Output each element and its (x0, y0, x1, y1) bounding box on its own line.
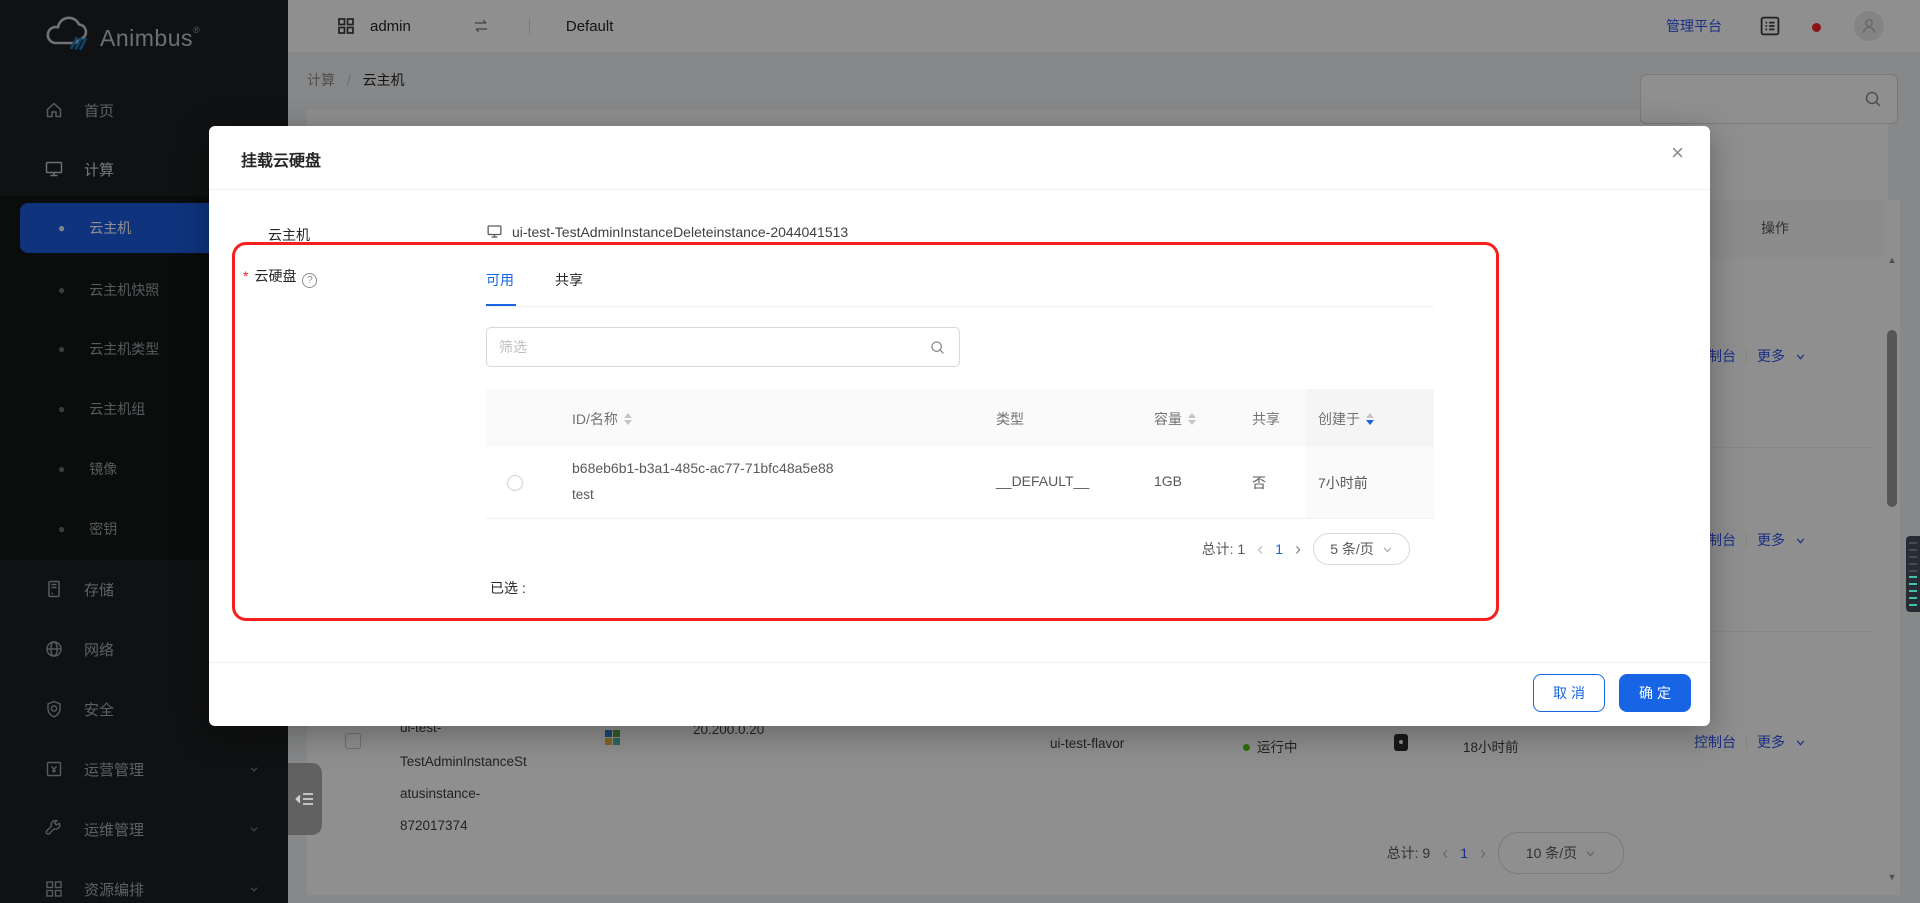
app-root: Animbus® 首页 计算 ● 云主机 ● 云主机快照 ● 云主机类型 (0, 0, 1920, 903)
sort-icon[interactable] (1188, 413, 1196, 425)
column-id-name[interactable]: ID/名称 (572, 409, 632, 429)
column-size[interactable]: 容量 (1154, 409, 1196, 429)
volume-size: 1GB (1154, 473, 1182, 489)
next-page-button[interactable]: › (1295, 540, 1301, 558)
volume-name: test (572, 487, 594, 502)
volume-type: __DEFAULT__ (996, 473, 1089, 489)
volume-table-header: ID/名称 类型 容量 共享 创建于 (486, 389, 1434, 447)
page-size-select[interactable]: 5 条/页 (1313, 533, 1410, 565)
pagination-total: 总计: 1 (1202, 539, 1246, 559)
column-shared: 共享 (1252, 409, 1280, 429)
cancel-button[interactable]: 取消 (1533, 674, 1605, 712)
volume-id: b68eb6b1-b3a1-485c-ac77-71bfc48a5e88 (572, 460, 834, 476)
help-icon[interactable]: ? (302, 273, 317, 288)
feedback-tab[interactable] (1906, 536, 1920, 612)
search-icon[interactable] (929, 339, 946, 356)
selected-label: 已选 : (490, 578, 526, 598)
confirm-button[interactable]: 确定 (1619, 674, 1691, 712)
tab-shared[interactable]: 共享 (555, 270, 583, 290)
instance-field-label: 云主机 (268, 225, 310, 245)
column-created[interactable]: 创建于 (1318, 409, 1374, 429)
monitor-icon (486, 223, 503, 240)
current-page[interactable]: 1 (1275, 541, 1283, 557)
modal-title: 挂载云硬盘 (241, 147, 321, 171)
collapse-panel-handle[interactable] (288, 763, 322, 835)
tab-bottom-border (486, 306, 1434, 307)
volume-table-row[interactable]: b68eb6b1-b3a1-485c-ac77-71bfc48a5e88 tes… (486, 447, 1434, 519)
sort-icon-active[interactable] (1366, 413, 1374, 425)
modal-header: 挂载云硬盘 × (209, 126, 1710, 190)
volume-pagination: 总计: 1 ‹ 1 › 5 条/页 (486, 533, 1410, 565)
required-mark: * (243, 268, 248, 284)
column-type: 类型 (996, 409, 1024, 429)
tab-available[interactable]: 可用 (486, 270, 514, 290)
volume-created: 7小时前 (1318, 473, 1368, 493)
volume-filter-input[interactable] (499, 329, 919, 365)
prev-page-button[interactable]: ‹ (1257, 540, 1263, 558)
volume-filter-input-wrap (486, 327, 960, 367)
instance-field-value: ui-test-TestAdminInstanceDeleteinstance-… (486, 223, 848, 240)
chevron-down-icon (1382, 544, 1393, 555)
close-icon[interactable]: × (1671, 142, 1684, 164)
modal-footer-divider (209, 662, 1710, 663)
volume-shared: 否 (1252, 473, 1266, 493)
row-radio[interactable] (507, 475, 523, 491)
sort-icon[interactable] (624, 413, 632, 425)
attach-volume-modal: 挂载云硬盘 × 云主机 ui-test-TestAdminInstanceDel… (209, 126, 1710, 726)
disk-field-label: *云硬盘? (243, 266, 317, 288)
